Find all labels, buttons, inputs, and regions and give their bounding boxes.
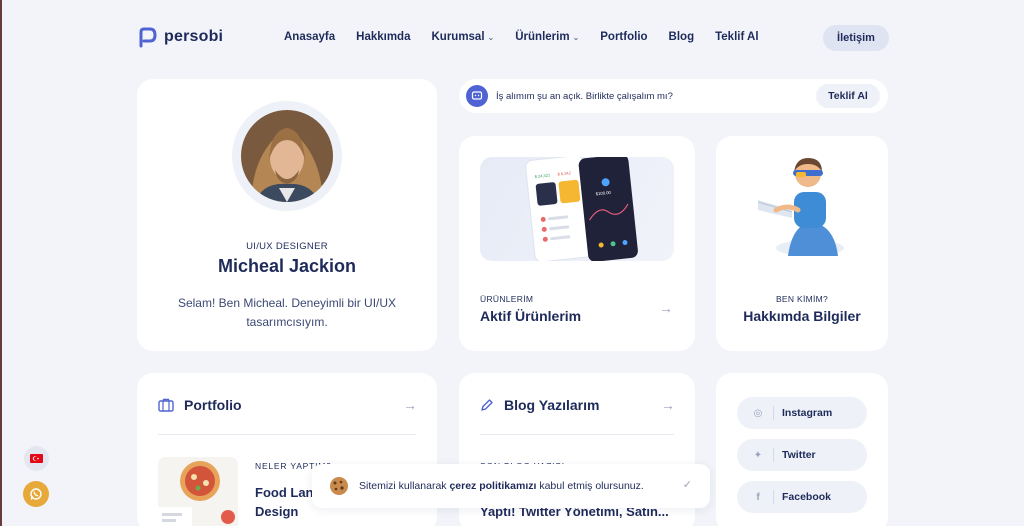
nav-item-kurumsal[interactable]: Kurumsal ⌄ <box>431 31 494 43</box>
separator <box>773 448 774 462</box>
logo[interactable]: persobi <box>136 26 223 48</box>
separator <box>773 406 774 420</box>
job-text: İş alımım şu an açık. Birlikte çalışalım… <box>496 90 673 102</box>
chevron-down-icon: ⌄ <box>572 32 580 42</box>
nav-label: Portfolio <box>600 31 648 43</box>
chevron-down-icon: ⌄ <box>487 32 495 42</box>
nav-item-anasayfa[interactable]: Anasayfa <box>284 31 335 43</box>
facebook-icon: f <box>756 491 760 503</box>
arrow-right-icon[interactable]: → <box>661 397 675 413</box>
avatar <box>241 110 333 202</box>
arrow-right-icon[interactable]: → <box>403 397 417 413</box>
profile-role: UI/UX DESIGNER <box>246 241 328 252</box>
nav-label: Blog <box>668 31 695 43</box>
nav-item-portfolio[interactable]: Portfolio <box>600 31 647 43</box>
twitter-button[interactable]: ✦ Twitter <box>737 439 867 471</box>
instagram-button[interactable]: ◎ Instagram <box>737 397 867 429</box>
cookie-policy-link[interactable]: çerez politikamızı <box>449 480 536 492</box>
main-nav: Anasayfa Hakkımda Kurumsal ⌄ Ürünlerim ⌄ P… <box>284 31 759 43</box>
chat-icon <box>466 85 488 107</box>
pencil-icon <box>481 399 493 411</box>
job-availability-bar: İş alımım şu an açık. Birlikte çalışalım… <box>459 79 888 113</box>
avatar-portrait-icon <box>241 110 333 202</box>
nav-item-blog[interactable]: Blog <box>669 31 695 43</box>
cookie-text-before: Sitemizi kullanarak <box>359 480 450 492</box>
get-quote-button[interactable]: Teklif Al <box>816 84 880 108</box>
facebook-button[interactable]: f Facebook <box>737 481 867 513</box>
divider <box>480 434 674 435</box>
whatsapp-button[interactable] <box>23 481 49 507</box>
products-card[interactable]: $ 24,321 $ 6,342 $100.00 ÜRÜNLERİM Aktif… <box>459 136 695 351</box>
nav-item-hakkimda[interactable]: Hakkımda <box>356 31 410 43</box>
whatsapp-icon <box>30 488 42 500</box>
profile-bio: Selam! Ben Micheal. Deneyimli bir UI/UX … <box>177 296 397 329</box>
logo-mark-icon <box>139 27 157 48</box>
products-title: Aktif Ürünlerim <box>480 308 582 324</box>
about-label: BEN KİMİM? <box>775 294 829 304</box>
logo-text: persobi <box>164 28 224 45</box>
turkey-flag-icon <box>30 454 43 463</box>
products-mockup-image: $ 24,321 $ 6,342 $100.00 <box>480 157 674 261</box>
briefcase-icon <box>158 398 174 412</box>
portfolio-header: Portfolio <box>158 397 242 413</box>
cookie-accept-check-icon[interactable]: ✓ <box>683 478 692 491</box>
instagram-label: Instagram <box>782 407 833 419</box>
profile-name: Micheal Jackion <box>217 256 357 276</box>
portfolio-item-title-line2[interactable]: Design <box>255 504 298 519</box>
cookie-text-after: kabul etmiş olursunuz. <box>536 480 644 492</box>
social-card: ◎ Instagram ✦ Twitter f Facebook <box>716 373 888 526</box>
facebook-label: Facebook <box>782 491 832 503</box>
nav-label: Ürünlerim <box>515 31 570 43</box>
nav-item-teklif-al[interactable]: Teklif Al <box>715 31 758 43</box>
about-card[interactable]: BEN KİMİM? Hakkımda Bilgiler <box>716 136 888 351</box>
reading-character-illustration <box>757 158 844 256</box>
nav-label: Teklif Al <box>715 31 759 43</box>
contact-button[interactable]: İletişim <box>823 25 889 51</box>
about-title: Hakkımda Bilgiler <box>743 308 861 324</box>
twitter-icon: ✦ <box>753 449 763 461</box>
instagram-icon: ◎ <box>753 407 763 419</box>
cookie-banner: Sitemizi kullanarak çerez politikamızı k… <box>312 464 710 508</box>
portfolio-thumbnail[interactable] <box>158 457 238 526</box>
cookie-icon <box>330 477 348 495</box>
blog-title: Blog Yazılarım <box>504 397 600 413</box>
arrow-right-icon[interactable]: → <box>659 300 673 316</box>
blog-header: Blog Yazılarım <box>480 397 599 413</box>
nav-label: Hakkımda <box>356 31 411 43</box>
nav-item-urunlerim[interactable]: Ürünlerim ⌄ <box>515 31 579 43</box>
window-edge <box>0 0 2 526</box>
twitter-label: Twitter <box>782 449 816 461</box>
products-label: ÜRÜNLERİM <box>480 294 534 304</box>
language-switcher[interactable] <box>24 446 49 471</box>
nav-label: Anasayfa <box>284 31 336 43</box>
portfolio-title: Portfolio <box>184 397 242 413</box>
divider <box>158 434 416 435</box>
nav-label: Kurumsal <box>431 31 485 43</box>
profile-card: UI/UX DESIGNER Micheal Jackion Selam! Be… <box>137 79 437 351</box>
separator <box>773 490 774 504</box>
cookie-text: Sitemizi kullanarak çerez politikamızı k… <box>359 480 644 492</box>
